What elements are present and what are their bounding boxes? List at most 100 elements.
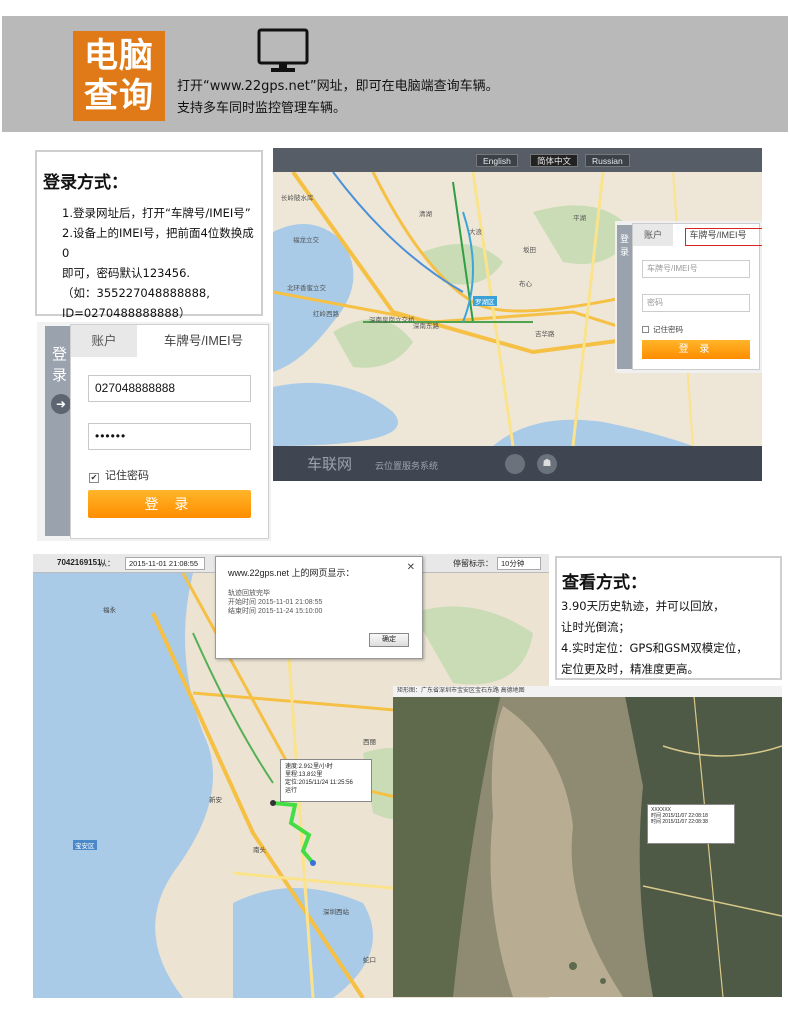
map-place-label: 南头 — [253, 847, 266, 854]
dialog-line1: 轨迹回放完毕 — [228, 590, 270, 597]
map-place-label: 坂田 — [523, 247, 536, 254]
track-info-popup: 速度:2.9公里/小时 里程:13.8公里 定位:2015/11/24 11:2… — [280, 759, 372, 802]
login-tabs: 账户 车牌号/IMEI号 — [71, 325, 268, 357]
remember-checkbox[interactable]: ✔ — [89, 473, 99, 483]
map-place-label: 长岭陂水库 — [281, 195, 314, 202]
password-input[interactable]: •••••• — [88, 423, 251, 450]
view-step4: 4.实时定位：GPS和GSM双模定位， — [561, 641, 748, 655]
map-place-label: 西丽 — [363, 739, 376, 746]
stop-duration-select[interactable]: 10分钟 — [497, 557, 541, 570]
login-instruction-lines: 1.登录网址后，打开“车牌号/IMEI号” 2.设备上的IMEI号，把前面4位数… — [62, 203, 261, 323]
highlight-box — [685, 228, 762, 246]
view-step4-cont: 定位更及时，精准度更高。 — [561, 662, 699, 676]
playback-dialog: www.22gps.net 上的网页显示： ✕ 轨迹回放完毕 开始时间 2015… — [215, 556, 423, 659]
login-example-id: ID=0270488888888） — [62, 306, 191, 320]
popup-status: 运行 — [285, 788, 298, 794]
android-icon[interactable]: ☗ — [537, 454, 557, 474]
remember-password[interactable]: ✔ 记住密码 — [89, 467, 149, 483]
dialog-line3: 结束时间 2015-11-24 15:10:00 — [228, 608, 323, 615]
site-login-side-label: 登录 — [620, 234, 630, 257]
track-end-marker — [310, 860, 316, 866]
login-step2: 2.设备上的IMEI号，把前面4位数换成0 — [62, 226, 254, 260]
lang-chinese[interactable]: 简体中文 — [530, 154, 579, 167]
map-place-label: 大浪 — [469, 229, 482, 236]
site-login-card: 账户 车牌号/IMEI号 车牌号/IMEI号 密码 记住密码 登 录 — [632, 223, 762, 370]
imei-input[interactable]: 027048888888 — [88, 375, 251, 402]
tab-account[interactable]: 账户 — [71, 325, 137, 357]
map-place-label: 宝安区 — [73, 840, 97, 850]
header-line2: 支持多车同时监控管理车辆。 — [177, 101, 347, 116]
header-badge: 电脑 查询 — [73, 31, 165, 121]
footer-logo: 车联网 — [307, 456, 353, 473]
satellite-toolbar: 矩形图：广东省深圳市宝安区宝石东路 高德地图 — [393, 686, 782, 697]
close-icon[interactable]: ✕ — [407, 562, 415, 573]
map-place-label: 新安 — [209, 797, 222, 804]
map-place-label: 福龙立交 — [293, 237, 319, 244]
island — [600, 978, 606, 984]
island — [569, 962, 577, 970]
login-step1: 1.登录网址后，打开“车牌号/IMEI号” — [62, 206, 251, 220]
view-instruction-lines: 3.90天历史轨迹，并可以回放， 让时光倒流； 4.实时定位：GPS和GSM双模… — [561, 596, 748, 680]
site-remember-checkbox[interactable] — [642, 326, 649, 333]
site-remember[interactable]: 记住密码 — [642, 324, 683, 335]
view-section-title: 查看方式： — [562, 573, 647, 593]
login-instructions: 登录方式： 1.登录网址后，打开“车牌号/IMEI号” 2.设备上的IMEI号，… — [35, 150, 263, 320]
map-place-label: 深南皇岗立交桥 — [369, 317, 415, 324]
map-place-label: 罗湖区 — [473, 296, 497, 306]
login-card: 账户 车牌号/IMEI号 027048888888 •••••• ✔ 记住密码 登… — [70, 324, 269, 539]
login-side-label: 登录 — [52, 345, 68, 384]
sat-popup-line3: 时间 2015/11/07 22:08:38 — [651, 819, 708, 825]
site-footer: 车联网 云位置服务系统 ☗ — [273, 446, 762, 481]
monitor-icon — [257, 28, 309, 72]
device-id: 7042169151 — [57, 558, 102, 567]
apple-icon[interactable] — [505, 454, 525, 474]
map-place-label: 布心 — [519, 281, 532, 288]
stop-label: 停留标示： — [453, 559, 493, 568]
lang-russian[interactable]: Russian — [585, 154, 630, 167]
arrow-right-icon[interactable]: ➜ — [51, 394, 71, 414]
badge-line2: 查询 — [84, 76, 154, 116]
badge-line1: 电脑 — [84, 36, 154, 76]
tab-plate-imei[interactable]: 车牌号/IMEI号 — [141, 325, 266, 357]
lang-english[interactable]: English — [476, 154, 518, 167]
map-place-label: 福永 — [103, 607, 116, 614]
site-login-button[interactable]: 登 录 — [642, 340, 750, 359]
site-login-panel: 登录 账户 车牌号/IMEI号 车牌号/IMEI号 密码 记住密码 登 录 — [615, 221, 762, 373]
login-section-title: 登录方式： — [43, 173, 128, 193]
header-line1: 打开“www.22gps.net”网址，即可在电脑端查询车辆。 — [177, 79, 499, 94]
footer-subtitle: 云位置服务系统 — [375, 461, 439, 471]
satellite-map-screenshot: 矩形图：广东省深圳市宝安区宝石东路 高德地图 XXXXXX 时间 2015/11… — [393, 686, 782, 997]
dialog-title: www.22gps.net 上的网页显示： — [228, 568, 355, 578]
from-date-input[interactable]: 2015-11-01 21:08:55 — [125, 557, 205, 570]
remember-label: 记住密码 — [105, 470, 149, 482]
popup-time: 定位:2015/11/24 11:25:56 — [285, 780, 353, 786]
popup-speed: 速度:2.9公里/小时 — [285, 764, 333, 770]
map-place-label: 平湖 — [573, 215, 586, 222]
site-password-input[interactable]: 密码 — [642, 294, 750, 312]
dialog-line2: 开始时间 2015-11-01 21:08:55 — [228, 599, 323, 606]
map-place-label: 红岭西路 — [313, 311, 339, 318]
map-place-label: 深南东路 — [413, 323, 439, 330]
from-label: 从： — [99, 559, 115, 568]
header-text: 打开“www.22gps.net”网址，即可在电脑端查询车辆。 支持多车同时监控… — [177, 76, 499, 120]
website-map-screenshot: English 简体中文 Russian 长岭陂水库 福龙立交 清湖 大浪 北环… — [273, 148, 762, 481]
dialog-ok-button[interactable]: 确定 — [369, 633, 409, 647]
site-plate-input[interactable]: 车牌号/IMEI号 — [642, 260, 750, 278]
map-place-label: 蛇口 — [363, 957, 376, 964]
map-place-label: 北环香蜜立交 — [287, 285, 326, 292]
dialog-body: 轨迹回放完毕 开始时间 2015-11-01 21:08:55 结束时间 201… — [228, 589, 322, 616]
site-top-bar: English 简体中文 Russian — [273, 148, 762, 172]
track-start-marker — [270, 800, 276, 806]
login-panel: 登录 ➜ 账户 车牌号/IMEI号 027048888888 •••••• ✔ 记… — [37, 322, 271, 541]
view-step3: 3.90天历史轨迹，并可以回放， — [561, 599, 725, 613]
login-step2-cont: 即可，密码默认123456. — [62, 266, 191, 280]
satellite-info-popup: XXXXXX 时间 2015/11/07 22:08:18 时间 2015/11… — [647, 804, 735, 844]
view-instructions: 查看方式： 3.90天历史轨迹，并可以回放， 让时光倒流； 4.实时定位：GPS… — [555, 556, 782, 680]
map-place-label: 吉华路 — [535, 331, 555, 338]
site-tab-account[interactable]: 账户 — [633, 224, 673, 246]
view-step3-cont: 让时光倒流； — [561, 620, 630, 634]
map-place-label: 深圳西站 — [323, 909, 349, 916]
login-example: （如：355227048888888, — [62, 286, 210, 300]
map-place-label: 清湖 — [419, 211, 432, 218]
login-button[interactable]: 登 录 — [88, 490, 251, 518]
